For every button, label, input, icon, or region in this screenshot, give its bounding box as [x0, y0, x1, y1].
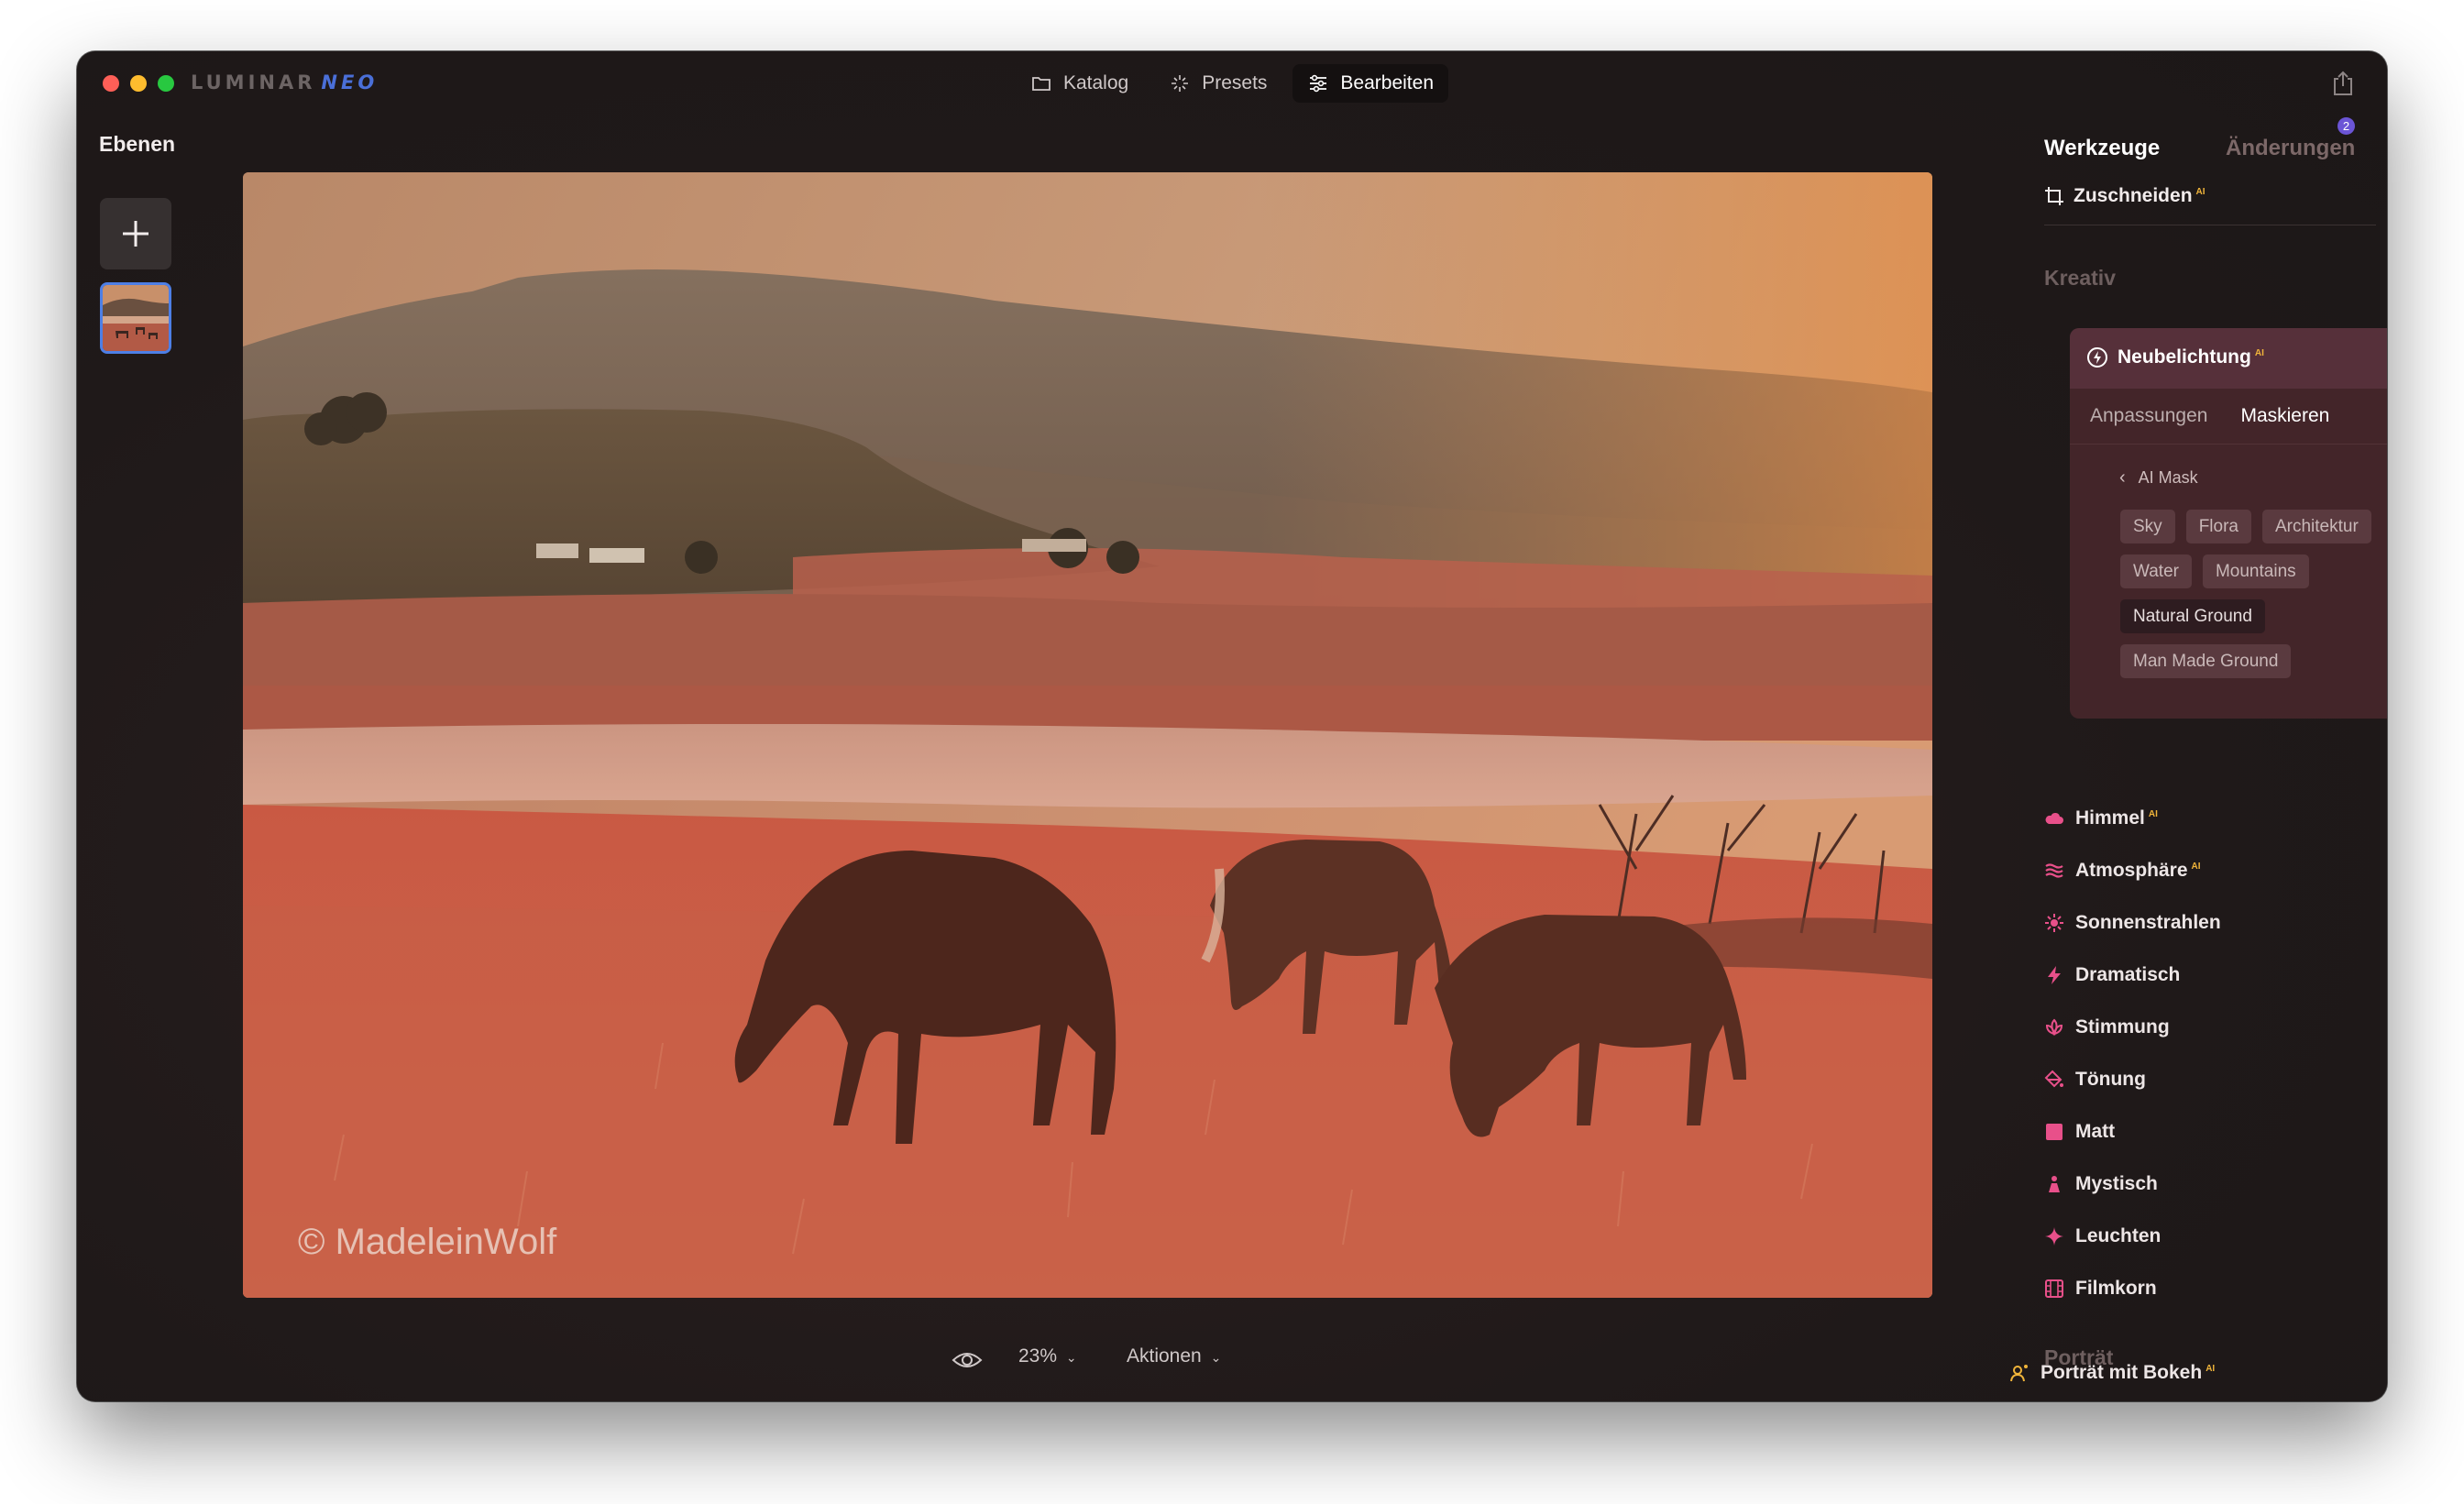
tools-panel-content: Werkzeuge Änderungen 2 Zuschneiden AI Kre…: [1987, 51, 2387, 1401]
tool-label: Tönung: [2075, 1068, 2146, 1090]
section-kreativ: Kreativ: [2044, 266, 2116, 290]
tool-filmkorn[interactable]: Filmkorn: [2044, 1262, 2221, 1314]
tool-label: Himmel: [2075, 807, 2145, 829]
relight-icon: [2087, 347, 2107, 368]
aktionen-dropdown[interactable]: Aktionen ⌄: [1127, 1345, 1221, 1367]
ai-tag: AI: [2206, 1363, 2216, 1374]
tool-portraet-bokeh-row[interactable]: Porträt mit Bokeh AI: [2009, 1346, 2215, 1399]
mask-chip-flora[interactable]: Flora: [2185, 510, 2251, 543]
star-icon: [2045, 1226, 2063, 1246]
mask-chip-group: Sky Flora Architektur Water Mountains Na…: [2120, 510, 2371, 689]
zoom-dropdown[interactable]: 23% ⌄: [1018, 1345, 1077, 1367]
changes-count-badge: 2: [2338, 117, 2355, 135]
relight-panel: Neubelichtung AI Anpassungen Maskieren ‹ …: [2070, 328, 2387, 719]
mask-chip-natural-ground[interactable]: Natural Ground: [2120, 599, 2265, 633]
tab-anpassungen[interactable]: Anpassungen: [2090, 405, 2207, 427]
tool-label: Mystisch: [2075, 1172, 2158, 1194]
add-layer-button[interactable]: [100, 198, 171, 269]
tab-werkzeuge[interactable]: Werkzeuge: [2044, 136, 2160, 161]
ai-tag: AI: [2191, 861, 2201, 872]
tab-maskieren[interactable]: Maskieren: [2240, 405, 2329, 427]
nav-bearbeiten-label: Bearbeiten: [1340, 72, 1434, 93]
tool-label: Sonnenstrahlen: [2075, 911, 2221, 933]
tool-label: Atmosphäre: [2075, 859, 2188, 881]
landscape-photo: [243, 172, 1932, 1298]
zoom-value: 23%: [1018, 1345, 1058, 1367]
relight-title: Neubelichtung: [2118, 346, 2251, 368]
tool-label: Stimmung: [2075, 1015, 2170, 1037]
app-window: LUMINAR NEO Katalog Presets Bearbeiten Eb…: [77, 51, 2387, 1401]
nav-presets[interactable]: Presets: [1154, 64, 1282, 103]
ai-mask-back[interactable]: ‹ AI Mask: [2119, 467, 2198, 489]
film-icon: [2045, 1279, 2063, 1298]
tool-mystisch[interactable]: Mystisch: [2044, 1158, 2221, 1210]
lightning-icon: [2048, 965, 2061, 984]
portrait-icon: [2010, 1364, 2028, 1381]
bottom-toolbar: 23% ⌄ Aktionen ⌄: [77, 1344, 2094, 1386]
sliders-icon: [1310, 74, 1327, 93]
tool-label: Leuchten: [2075, 1224, 2162, 1246]
tool-label: Dramatisch: [2075, 963, 2181, 985]
mask-chip-architektur[interactable]: Architektur: [2261, 510, 2371, 543]
mask-chip-water[interactable]: Water: [2120, 554, 2192, 588]
figure-icon: [2049, 1175, 2060, 1192]
creative-tool-list: Himmel AI Atmosphäre AI Sonnenstrahlen Dra…: [2044, 792, 2221, 1314]
chevron-down-icon: ⌄: [1210, 1350, 1222, 1365]
chevron-down-icon: ⌄: [1065, 1350, 1077, 1365]
aktionen-label: Aktionen: [1127, 1345, 1202, 1367]
ai-tag: AI: [2254, 348, 2264, 358]
ai-tag: AI: [2148, 808, 2158, 819]
haze-icon: [2045, 862, 2063, 878]
ai-tag: AI: [2195, 187, 2206, 197]
nav-presets-label: Presets: [1202, 72, 1268, 93]
sun-icon: [2045, 913, 2063, 932]
lotus-icon: [2045, 1018, 2063, 1036]
cloud-icon: [2045, 812, 2063, 824]
tool-matt[interactable]: Matt: [2044, 1105, 2221, 1158]
tool-himmel[interactable]: Himmel AI: [2044, 792, 2221, 844]
ai-mask-label: AI Mask: [2138, 468, 2198, 487]
mask-chip-sky[interactable]: Sky: [2120, 510, 2175, 543]
tool-atmosphaere[interactable]: Atmosphäre AI: [2044, 844, 2221, 896]
tool-dramatisch[interactable]: Dramatisch: [2044, 949, 2221, 1001]
sparkle-icon: [1172, 75, 1189, 92]
relight-header[interactable]: Neubelichtung AI: [2070, 328, 2387, 389]
mask-chip-man-made-ground[interactable]: Man Made Ground: [2120, 644, 2292, 678]
layer-thumbnail[interactable]: [100, 282, 171, 354]
divider: [2070, 444, 2387, 445]
eye-icon[interactable]: [952, 1349, 983, 1371]
tool-label: Filmkorn: [2075, 1277, 2157, 1299]
folder-icon: [1032, 77, 1050, 91]
nav-katalog-label: Katalog: [1062, 72, 1129, 93]
tool-leuchten[interactable]: Leuchten: [2044, 1210, 2221, 1262]
photo-watermark: © MadeleinWolf: [298, 1222, 557, 1262]
tool-label: Matt: [2075, 1120, 2116, 1142]
tab-aenderungen[interactable]: Änderungen: [2226, 136, 2355, 161]
mask-chip-mountains[interactable]: Mountains: [2202, 554, 2309, 588]
chevron-left-icon: ‹: [2119, 467, 2126, 488]
nav-bearbeiten[interactable]: Bearbeiten: [1292, 64, 1448, 103]
crop-icon: [2045, 187, 2063, 205]
crop-tool[interactable]: Zuschneiden AI: [2044, 185, 2206, 207]
tool-sonnenstrahlen[interactable]: Sonnenstrahlen: [2044, 896, 2221, 949]
relight-sub-tabs: Anpassungen Maskieren: [2090, 405, 2329, 427]
crop-label: Zuschneiden: [2074, 185, 2193, 206]
square-icon: [2046, 1123, 2062, 1140]
plus-icon: [123, 221, 148, 247]
layer-thumbnail-image: [103, 285, 169, 351]
tool-stimmung[interactable]: Stimmung: [2044, 1001, 2221, 1053]
tool-toenung[interactable]: Tönung: [2044, 1053, 2221, 1105]
photo-canvas[interactable]: © MadeleinWolf: [243, 172, 1932, 1298]
tool-label: Porträt mit Bokeh: [2040, 1361, 2203, 1383]
nav-katalog[interactable]: Katalog: [1016, 64, 1143, 103]
paint-bucket-icon: [2044, 1070, 2063, 1087]
layers-title: Ebenen: [99, 132, 176, 156]
